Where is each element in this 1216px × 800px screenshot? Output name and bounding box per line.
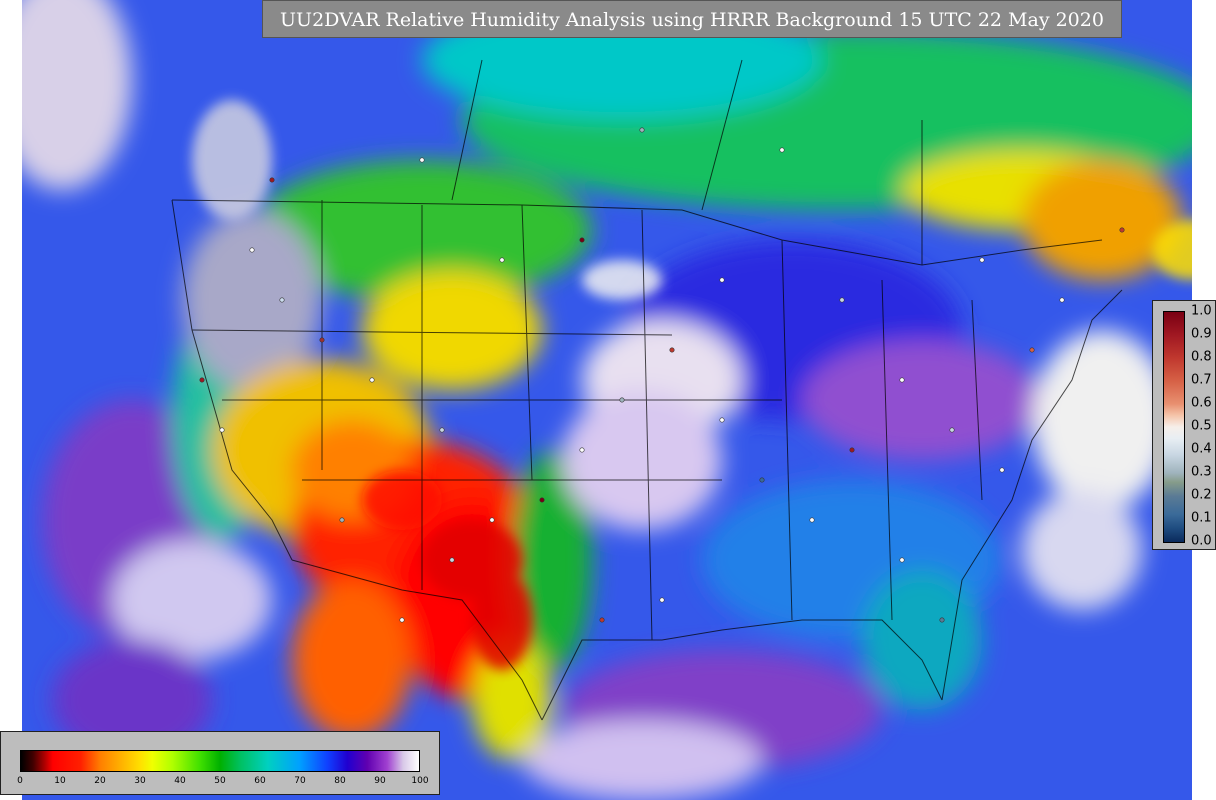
rh-tick-10: 10 bbox=[54, 776, 66, 786]
rh-tick-30: 30 bbox=[134, 776, 146, 786]
rh-tick-70: 70 bbox=[294, 776, 306, 786]
rh-tick-50: 50 bbox=[214, 776, 226, 786]
rh-tick-0: 0 bbox=[17, 776, 23, 786]
obs-tick-0.4: 0.4 bbox=[1191, 441, 1212, 457]
obs-tick-0.6: 0.6 bbox=[1191, 395, 1212, 411]
obs-colorbar-gradient bbox=[1163, 311, 1185, 543]
rh-tick-90: 90 bbox=[374, 776, 386, 786]
map-field bbox=[22, 0, 1192, 800]
obs-tick-1.0: 1.0 bbox=[1191, 303, 1212, 319]
obs-tick-0.3: 0.3 bbox=[1191, 464, 1212, 480]
rh-tick-80: 80 bbox=[334, 776, 346, 786]
obs-tick-0.5: 0.5 bbox=[1191, 418, 1212, 434]
rh-colorbar-gradient bbox=[20, 750, 420, 772]
obs-tick-0.7: 0.7 bbox=[1191, 372, 1212, 388]
obs-tick-0.0: 0.0 bbox=[1191, 533, 1212, 549]
rh-tick-20: 20 bbox=[94, 776, 106, 786]
rh-tick-100: 100 bbox=[411, 776, 429, 786]
obs-colorbar: 1.0 0.9 0.8 0.7 0.6 0.5 0.4 0.3 0.2 0.1 … bbox=[1152, 300, 1216, 550]
rh-tick-60: 60 bbox=[254, 776, 266, 786]
map-title: UU2DVAR Relative Humidity Analysis using… bbox=[262, 0, 1122, 38]
humidity-map: UU2DVAR Relative Humidity Analysis using… bbox=[22, 0, 1192, 800]
rh-tick-40: 40 bbox=[174, 776, 186, 786]
obs-tick-0.1: 0.1 bbox=[1191, 510, 1212, 526]
rh-colorbar: 0 10 20 30 40 50 60 70 80 90 100 bbox=[0, 731, 440, 795]
obs-tick-0.9: 0.9 bbox=[1191, 326, 1212, 342]
obs-tick-0.8: 0.8 bbox=[1191, 349, 1212, 365]
obs-tick-0.2: 0.2 bbox=[1191, 487, 1212, 503]
